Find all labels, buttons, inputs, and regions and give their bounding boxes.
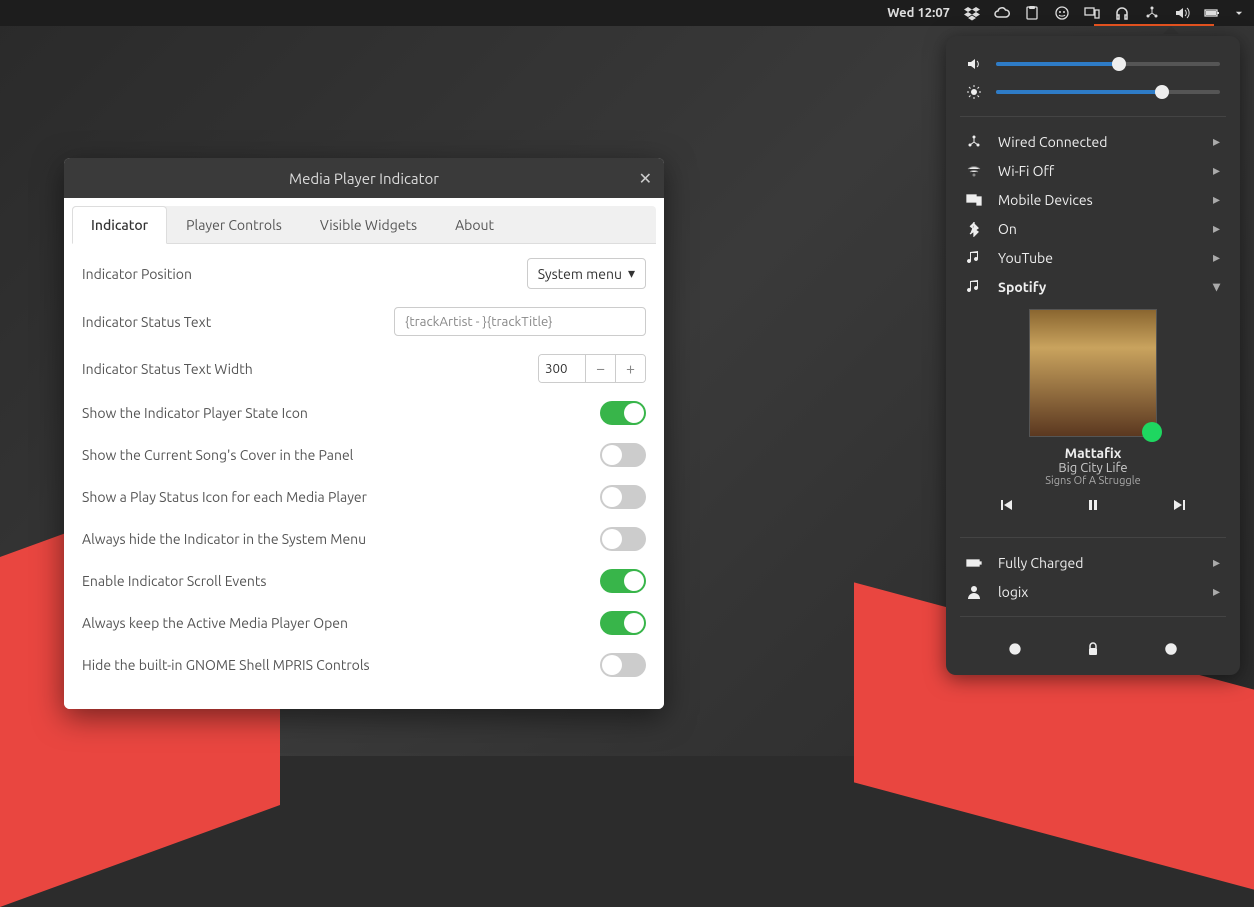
battery-icon[interactable] <box>1204 5 1220 21</box>
menu-label: On <box>998 221 1197 237</box>
tab-visible-widgets[interactable]: Visible Widgets <box>301 206 436 244</box>
menu-label: logix <box>998 584 1197 600</box>
dropbox-icon[interactable] <box>964 5 980 21</box>
toggle-label-4: Enable Indicator Scroll Events <box>82 573 600 589</box>
window-titlebar[interactable]: Media Player Indicator ✕ <box>64 158 664 198</box>
chevron-down-icon: ▾ <box>628 265 635 282</box>
tab-indicator[interactable]: Indicator <box>72 206 167 244</box>
menu-user[interactable]: logix ▸ <box>946 577 1240 606</box>
settings-icon[interactable] <box>1007 641 1023 657</box>
chevron-right-icon: ▸ <box>1213 249 1220 266</box>
menu-wired[interactable]: Wired Connected ▸ <box>946 127 1240 156</box>
chevron-down-icon[interactable] <box>1234 5 1244 21</box>
devices-icon[interactable] <box>1084 5 1100 21</box>
toggle-6[interactable] <box>600 653 646 677</box>
toggle-2[interactable] <box>600 485 646 509</box>
lock-icon[interactable] <box>1085 641 1101 657</box>
toggle-0[interactable] <box>600 401 646 425</box>
bluetooth-icon <box>966 221 982 237</box>
volume-icon <box>966 56 982 72</box>
label-status-text: Indicator Status Text <box>82 314 394 330</box>
chevron-right-icon: ▸ <box>1213 583 1220 600</box>
player-card: Mattafix Big City Life Signs Of A Strugg… <box>946 301 1240 527</box>
tab-player-controls[interactable]: Player Controls <box>167 206 301 244</box>
width-spinner: − + <box>538 354 646 383</box>
toggle-label-6: Hide the built-in GNOME Shell MPRIS Cont… <box>82 657 600 673</box>
next-track-icon[interactable] <box>1172 497 1188 513</box>
user-icon <box>966 584 982 600</box>
chevron-down-icon: ▾ <box>1213 278 1220 295</box>
pause-icon[interactable] <box>1085 497 1101 513</box>
toggle-label-1: Show the Current Song's Cover in the Pan… <box>82 447 600 463</box>
prev-track-icon[interactable] <box>998 497 1014 513</box>
toggle-5[interactable] <box>600 611 646 635</box>
system-menu: Wired Connected ▸ Wi-Fi Off ▸ Mobile Devic… <box>946 36 1240 675</box>
menu-label: Mobile Devices <box>998 192 1197 208</box>
wifi-off-icon <box>966 163 982 179</box>
power-icon[interactable] <box>1163 641 1179 657</box>
track-artist: Mattafix <box>958 445 1228 461</box>
album-art[interactable] <box>1029 309 1157 437</box>
status-text-input[interactable] <box>394 307 646 336</box>
brightness-slider-row <box>946 78 1240 106</box>
clipboard-icon[interactable] <box>1024 5 1040 21</box>
music-icon <box>966 250 982 266</box>
cloud-icon[interactable] <box>994 5 1010 21</box>
volume-icon[interactable] <box>1174 5 1190 21</box>
toggle-label-5: Always keep the Active Media Player Open <box>82 615 600 631</box>
toggle-1[interactable] <box>600 443 646 467</box>
top-bar: Wed 12:07 <box>0 0 1254 26</box>
toggle-3[interactable] <box>600 527 646 551</box>
brightness-slider[interactable] <box>996 90 1220 94</box>
menu-label: Spotify <box>998 279 1197 295</box>
headphones-icon[interactable] <box>1114 5 1130 21</box>
close-icon[interactable]: ✕ <box>639 169 652 188</box>
chevron-right-icon: ▸ <box>1213 191 1220 208</box>
menu-mobile[interactable]: Mobile Devices ▸ <box>946 185 1240 214</box>
mobile-icon <box>966 192 982 208</box>
form: Indicator Position System menu▾ Indicato… <box>72 244 656 701</box>
menu-battery[interactable]: Fully Charged ▸ <box>946 548 1240 577</box>
chevron-right-icon: ▸ <box>1213 162 1220 179</box>
menu-spotify[interactable]: Spotify ▾ <box>946 272 1240 301</box>
window-title: Media Player Indicator <box>289 170 439 187</box>
toggle-4[interactable] <box>600 569 646 593</box>
menu-label: Wi-Fi Off <box>998 163 1197 179</box>
toggle-label-0: Show the Indicator Player State Icon <box>82 405 600 421</box>
system-tray <box>964 5 1254 21</box>
width-increment[interactable]: + <box>615 355 645 382</box>
music-icon <box>966 279 982 295</box>
menu-wifi[interactable]: Wi-Fi Off ▸ <box>946 156 1240 185</box>
track-title: Big City Life <box>958 461 1228 475</box>
label-status-width: Indicator Status Text Width <box>82 361 538 377</box>
chevron-right-icon: ▸ <box>1213 133 1220 150</box>
volume-slider[interactable] <box>996 62 1220 66</box>
battery-icon <box>966 555 982 571</box>
toggle-label-2: Show a Play Status Icon for each Media P… <box>82 489 600 505</box>
menu-youtube[interactable]: YouTube ▸ <box>946 243 1240 272</box>
toggle-label-3: Always hide the Indicator in the System … <box>82 531 600 547</box>
ethernet-icon <box>966 134 982 150</box>
chevron-right-icon: ▸ <box>1213 220 1220 237</box>
chevron-right-icon: ▸ <box>1213 554 1220 571</box>
width-input[interactable] <box>539 355 585 382</box>
label-position: Indicator Position <box>82 266 527 282</box>
position-select[interactable]: System menu▾ <box>527 258 646 289</box>
menu-label: Fully Charged <box>998 555 1197 571</box>
tab-about[interactable]: About <box>436 206 513 244</box>
brightness-icon <box>966 84 982 100</box>
menu-label: YouTube <box>998 250 1197 266</box>
volume-slider-row <box>946 50 1240 78</box>
width-decrement[interactable]: − <box>585 355 615 382</box>
track-album: Signs Of A Struggle <box>958 475 1228 487</box>
tabs: Indicator Player Controls Visible Widget… <box>72 206 656 244</box>
settings-window: Media Player Indicator ✕ Indicator Playe… <box>64 158 664 709</box>
gaming-icon[interactable] <box>1054 5 1070 21</box>
network-icon[interactable] <box>1144 5 1160 21</box>
menu-bluetooth[interactable]: On ▸ <box>946 214 1240 243</box>
menu-label: Wired Connected <box>998 134 1197 150</box>
clock[interactable]: Wed 12:07 <box>887 6 950 20</box>
